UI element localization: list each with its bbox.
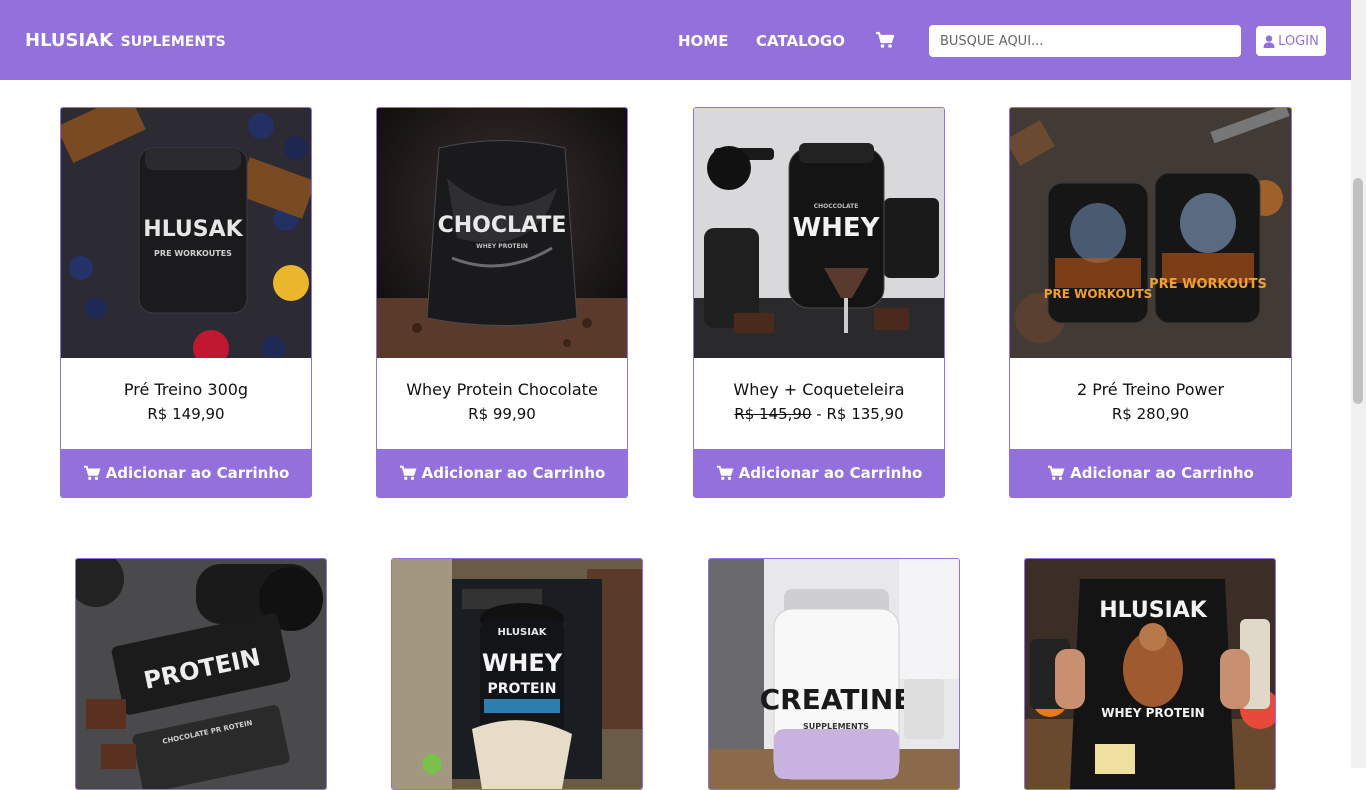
product-label-text: PRE WORKOUTS	[1149, 277, 1267, 292]
product-card: PROTEIN CHOCOLATE PR ROTEIN	[75, 558, 327, 790]
add-to-cart-button[interactable]: Adicionar ao Carrinho	[694, 449, 944, 497]
product-label-text: WHEY PROTEIN	[1101, 706, 1204, 720]
current-price: R$ 149,90	[147, 405, 225, 423]
current-price: R$ 280,90	[1111, 405, 1190, 423]
nav-home-link[interactable]: HOME	[678, 32, 728, 50]
product-label-text: CHOCLATE	[438, 213, 567, 238]
product-card: CHOCCOLATE WHEY Whey + Coqueteleira R$ 1…	[693, 107, 945, 498]
product-card: CREATINE SUPPLEMENTS	[708, 558, 960, 790]
add-to-cart-label: Adicionar ao Carrinho	[421, 464, 606, 482]
product-label-text: HLUSIAK	[498, 627, 548, 638]
add-to-cart-button[interactable]: Adicionar ao Carrinho	[1010, 449, 1291, 497]
product-label-text: WHEY PROTEIN	[476, 243, 528, 250]
price-separator: -	[816, 405, 822, 423]
product-image[interactable]: HLUSAK PRE WORKOUTES	[61, 108, 311, 358]
product-label-text: WHEY	[792, 213, 880, 243]
login-button[interactable]: LOGIN	[1256, 26, 1326, 56]
product-card: CHOCLATE WHEY PROTEIN Whey Protein Choco…	[376, 107, 628, 498]
product-card: PRE WORKOUTS PRE WORKOUTS 2 Pré Treino P…	[1009, 107, 1292, 498]
product-label-text: CHOCCOLATE	[814, 203, 859, 210]
brand-sub: SUPLEMENTS	[120, 34, 226, 50]
product-label-text: WHEY	[482, 649, 563, 677]
old-price: R$ 145,90	[734, 405, 812, 423]
product-card: HLUSIAK WHEY PROTEIN	[391, 558, 643, 790]
product-name[interactable]: Whey + Coqueteleira	[694, 380, 944, 399]
add-to-cart-label: Adicionar ao Carrinho	[105, 464, 290, 482]
product-label-text: PROTEIN	[488, 681, 557, 697]
cart-icon	[399, 465, 417, 480]
nav-catalog-link[interactable]: CATALOGO	[756, 32, 845, 50]
product-label-text: PRE WORKOUTES	[154, 249, 232, 258]
cart-icon	[716, 465, 734, 480]
product-image[interactable]: CHOCCOLATE WHEY	[694, 108, 944, 358]
add-to-cart-label: Adicionar ao Carrinho	[738, 464, 923, 482]
product-name[interactable]: Pré Treino 300g	[61, 380, 311, 399]
product-price: R$ 145,90 - R$ 135,90	[694, 405, 944, 423]
product-label-text: SUPPLEMENTS	[803, 722, 869, 731]
product-name[interactable]: 2 Pré Treino Power	[1010, 380, 1291, 399]
product-price: R$ 280,90	[1010, 405, 1291, 423]
product-image[interactable]: CREATINE SUPPLEMENTS	[709, 559, 959, 789]
product-name[interactable]: Whey Protein Chocolate	[377, 380, 627, 399]
current-price: R$ 99,90	[468, 405, 536, 423]
brand-logo[interactable]: HLUSIAK SUPLEMENTS	[25, 30, 226, 51]
product-price: R$ 99,90	[377, 405, 627, 423]
product-image[interactable]: HLUSIAK WHEY PROTEIN	[1025, 559, 1275, 789]
add-to-cart-label: Adicionar ao Carrinho	[1070, 464, 1254, 482]
product-price: R$ 149,90	[61, 405, 311, 423]
product-label-text: PRE WORKOUTS	[1044, 287, 1153, 301]
user-icon	[1263, 34, 1275, 48]
product-label-text: HLUSIAK	[1099, 598, 1208, 623]
brand-main: HLUSIAK	[25, 30, 114, 51]
scrollbar-thumb[interactable]	[1353, 178, 1363, 404]
add-to-cart-button[interactable]: Adicionar ao Carrinho	[61, 449, 311, 497]
current-price: R$ 135,90	[826, 405, 904, 423]
cart-icon[interactable]	[875, 31, 895, 49]
product-card: HLUSIAK WHEY PROTEIN	[1024, 558, 1276, 790]
login-label: LOGIN	[1278, 33, 1319, 49]
cart-icon	[83, 465, 101, 480]
product-image[interactable]: PROTEIN CHOCOLATE PR ROTEIN	[76, 559, 326, 789]
top-navbar: HLUSIAK SUPLEMENTS HOME CATALOGO LOGIN	[0, 0, 1351, 80]
product-image[interactable]: PRE WORKOUTS PRE WORKOUTS	[1010, 108, 1291, 358]
cart-icon	[1048, 465, 1065, 480]
product-card: HLUSAK PRE WORKOUTES Pré Treino 300g R$ …	[60, 107, 312, 498]
add-to-cart-button[interactable]: Adicionar ao Carrinho	[377, 449, 627, 497]
product-image[interactable]: CHOCLATE WHEY PROTEIN	[377, 108, 627, 358]
product-image[interactable]: HLUSIAK WHEY PROTEIN	[392, 559, 642, 789]
product-label-text: CREATINE	[760, 683, 913, 716]
search-input[interactable]	[929, 25, 1241, 57]
product-label-text: HLUSAK	[143, 217, 243, 242]
